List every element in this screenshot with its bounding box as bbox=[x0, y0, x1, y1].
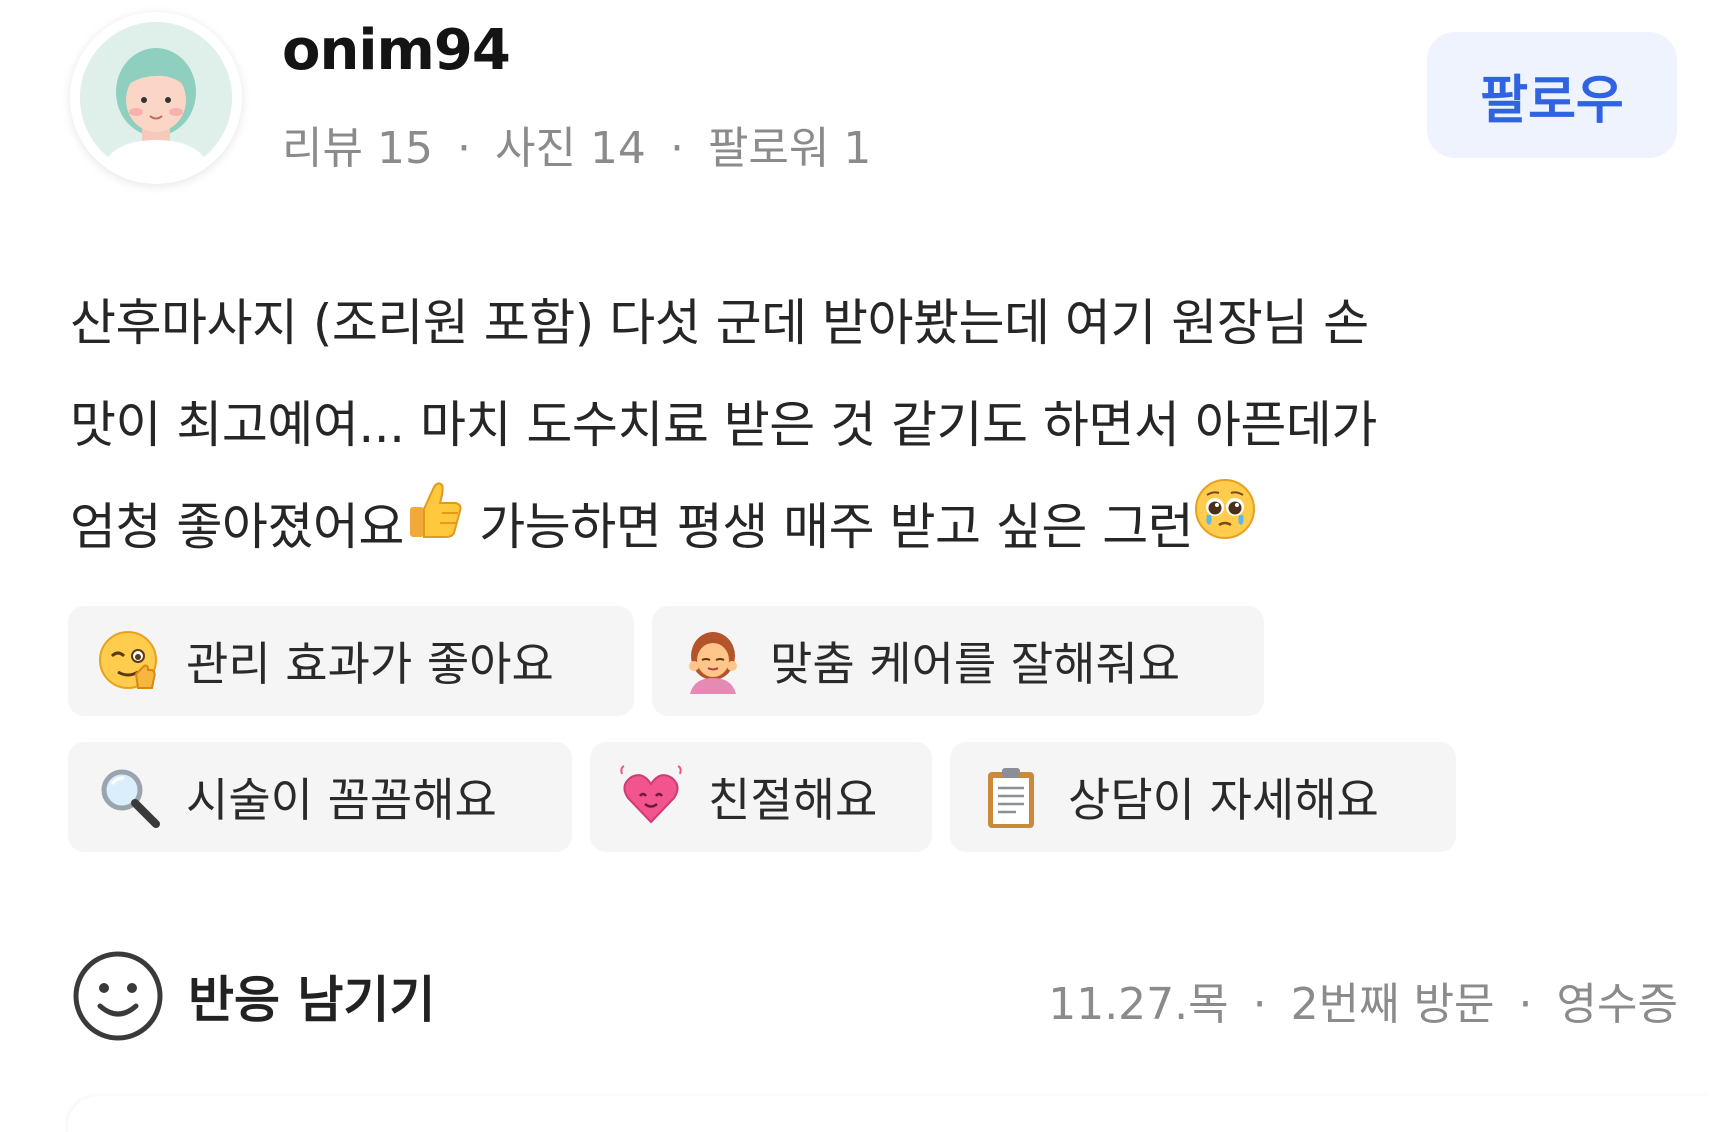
thumbs-up-icon bbox=[404, 473, 464, 575]
tag-chip[interactable]: 맞춤 케어를 잘해줘요 bbox=[652, 606, 1264, 716]
tag-chip[interactable]: 관리 효과가 좋아요 bbox=[68, 606, 634, 716]
stat-photos-value: 14 bbox=[589, 123, 646, 174]
stat-followers-label: 팔로워 bbox=[707, 123, 830, 174]
avatar-illustration bbox=[80, 22, 232, 174]
review-line: 산후마사지 (조리원 포함) 다섯 군데 받아봤는데 여기 원장님 손 bbox=[70, 294, 1369, 352]
stat-followers-value: 1 bbox=[843, 123, 872, 174]
beating-heart-icon bbox=[616, 762, 686, 832]
review-segment: 가능하면 평생 매주 받고 싶은 그런 bbox=[463, 498, 1194, 556]
magnifier-icon bbox=[94, 762, 164, 832]
username[interactable]: onim94 bbox=[282, 18, 511, 83]
stat-reviews-value: 15 bbox=[376, 123, 433, 174]
proof-type[interactable]: 영수증 bbox=[1557, 979, 1678, 1030]
review-text: 산후마사지 (조리원 포함) 다섯 군데 받아봤는데 여기 원장님 손 맛이 최… bbox=[70, 272, 1690, 578]
next-card-edge bbox=[68, 1096, 1708, 1132]
winking-thumbs-icon bbox=[94, 626, 164, 696]
separator-dot: · bbox=[1518, 979, 1533, 1030]
separator-dot: · bbox=[1252, 979, 1267, 1030]
review-meta: 11.27.목 · 2번째 방문 · 영수증 bbox=[1048, 968, 1678, 1032]
smile-icon bbox=[73, 951, 163, 1041]
woman-facial-icon bbox=[678, 626, 748, 696]
review-segment: 엄청 좋아졌어요 bbox=[70, 498, 404, 556]
avatar[interactable] bbox=[70, 12, 242, 184]
stat-photos-label: 사진 bbox=[494, 123, 576, 174]
clipboard-icon bbox=[976, 762, 1046, 832]
separator-dot: · bbox=[456, 123, 471, 174]
review-card: onim94 리뷰 15 · 사진 14 · 팔로워 1 팔로우 산후마사지 (… bbox=[0, 0, 1728, 1132]
visit-count: 2번째 방문 bbox=[1290, 979, 1495, 1030]
review-line: 맛이 최고예여... 마치 도수치료 받은 것 같기도 하면서 아픈데가 bbox=[70, 396, 1377, 454]
review-line-last: 엄청 좋아졌어요 가능하면 평생 매주 받고 싶은 그런 bbox=[70, 476, 1690, 578]
leave-reaction-label: 반응 남기기 bbox=[188, 971, 436, 1029]
leave-reaction-button[interactable]: 반응 남기기 bbox=[70, 948, 435, 1044]
tag-label: 맞춤 케어를 잘해줘요 bbox=[770, 637, 1181, 691]
visit-date: 11.27.목 bbox=[1048, 979, 1229, 1030]
tag-chip[interactable]: 친절해요 bbox=[590, 742, 932, 852]
separator-dot: · bbox=[669, 123, 684, 174]
pleading-face-icon bbox=[1193, 473, 1257, 575]
tag-label: 친절해요 bbox=[708, 773, 878, 827]
tag-label: 상담이 자세해요 bbox=[1068, 773, 1379, 827]
tag-chip[interactable]: 시술이 꼼꼼해요 bbox=[68, 742, 572, 852]
profile-stats: 리뷰 15 · 사진 14 · 팔로워 1 bbox=[282, 112, 871, 176]
follow-button[interactable]: 팔로우 bbox=[1427, 32, 1677, 158]
tag-label: 관리 효과가 좋아요 bbox=[186, 637, 554, 691]
tag-label: 시술이 꼼꼼해요 bbox=[186, 773, 497, 827]
tag-chip[interactable]: 상담이 자세해요 bbox=[950, 742, 1456, 852]
stat-reviews-label: 리뷰 bbox=[282, 123, 363, 174]
